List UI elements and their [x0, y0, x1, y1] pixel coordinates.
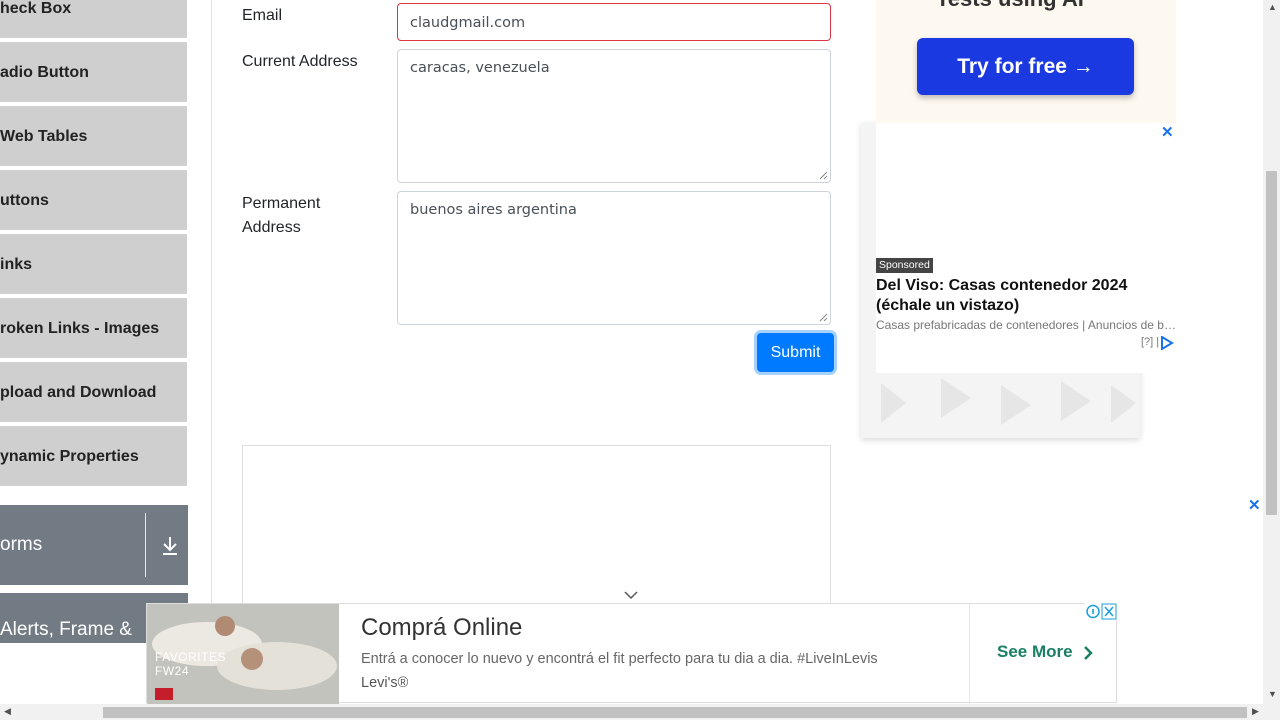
- permanent-address-label: Permanent Address: [242, 192, 320, 240]
- permanent-address-label-line2: Address: [242, 219, 301, 236]
- chevron-right-icon: [1084, 645, 1094, 660]
- email-label: Email: [242, 7, 283, 24]
- ad-cut-headline: Tests using AI: [936, 0, 1084, 12]
- sidebar-item-label: Web Tables: [0, 128, 88, 145]
- scroll-down-arrow-icon[interactable]: ▼: [1268, 689, 1277, 699]
- group-title: orms: [0, 534, 43, 555]
- scroll-left-arrow-icon[interactable]: ◀: [4, 706, 11, 717]
- permanent-address-value: buenos aires argentina: [410, 202, 577, 218]
- banner-brand: Levi's®: [361, 675, 409, 691]
- sidebar-item-web-tables[interactable]: Web Tables: [0, 106, 187, 168]
- sidebar-item-buttons[interactable]: uttons: [0, 170, 187, 232]
- see-more-label: See More: [997, 642, 1073, 661]
- group-divider: [145, 513, 146, 577]
- ad-body: [876, 123, 1176, 373]
- ad-title[interactable]: Del Viso: Casas contenedor 2024 (échale …: [876, 276, 1156, 316]
- output-box: [242, 445, 831, 615]
- adchoices-close-icons[interactable]: [1085, 603, 1117, 620]
- sidebar-item-label: pload and Download: [0, 384, 157, 401]
- sidebar-item-check-box[interactable]: heck Box: [0, 0, 187, 40]
- sidebar-item-upload-download[interactable]: pload and Download: [0, 362, 187, 424]
- banner-divider: [969, 604, 970, 704]
- sidebar: heck Box adio Button Web Tables uttons i…: [0, 0, 188, 643]
- banner-image: FAVORITES FW24: [147, 604, 339, 704]
- scroll-right-arrow-icon[interactable]: ▶: [1252, 706, 1259, 717]
- ad-info-link[interactable]: [?] |: [1141, 336, 1159, 348]
- ad-close-icon[interactable]: ✕: [1161, 123, 1174, 141]
- sidebar-item-label: ynamic Properties: [0, 448, 139, 465]
- bottom-banner-ad[interactable]: FAVORITES FW24 Comprá Online Entrá a con…: [146, 603, 1117, 704]
- resize-handle-icon[interactable]: [819, 171, 828, 180]
- current-address-textarea[interactable]: caracas, venezuela: [397, 49, 831, 183]
- sidebar-item-label: inks: [0, 256, 33, 273]
- ad-subtitle[interactable]: Casas prefabricadas de contenedores | An…: [876, 318, 1176, 332]
- email-field[interactable]: claudgmail.com: [397, 3, 831, 41]
- current-address-value: caracas, venezuela: [410, 60, 550, 76]
- sidebar-item-broken-links[interactable]: roken Links - Images: [0, 298, 187, 360]
- sidebar-item-label: heck Box: [0, 0, 72, 17]
- sidebar-item-dynamic-properties[interactable]: ynamic Properties: [0, 426, 187, 488]
- sidebar-item-links[interactable]: inks: [0, 234, 187, 296]
- current-address-label: Current Address: [242, 53, 358, 70]
- see-more-button[interactable]: See More: [997, 642, 1094, 662]
- adchoices-icon[interactable]: [1160, 336, 1174, 350]
- permanent-address-textarea[interactable]: buenos aires argentina: [397, 191, 831, 325]
- sidebar-item-label: adio Button: [0, 64, 89, 81]
- banner-title: Comprá Online: [361, 614, 523, 641]
- submit-button[interactable]: Submit: [757, 333, 834, 372]
- side-ad-close-icon[interactable]: ✕: [1248, 496, 1261, 514]
- banner-image-text: FAVORITES FW24: [155, 650, 226, 678]
- scroll-up-arrow-icon[interactable]: ▲: [1268, 2, 1277, 12]
- sidebar-item-radio-button[interactable]: adio Button: [0, 42, 187, 104]
- banner-ad-badges[interactable]: [1085, 603, 1117, 620]
- sidebar-item-label: uttons: [0, 192, 49, 209]
- chevron-down-icon[interactable]: [624, 590, 638, 600]
- try-for-free-button[interactable]: Try for free →: [917, 38, 1134, 95]
- group-header-forms[interactable]: orms: [0, 505, 188, 585]
- resize-handle-icon[interactable]: [819, 313, 828, 322]
- content-divider: [211, 0, 212, 642]
- vertical-scrollbar-thumb[interactable]: [1266, 171, 1277, 515]
- sponsored-badge: Sponsored: [876, 258, 933, 273]
- banner-description: Entrá a conocer lo nuevo y encontrá el f…: [361, 651, 878, 667]
- download-icon: [163, 537, 177, 555]
- group-title: Alerts, Frame &: [0, 619, 132, 640]
- permanent-address-label-line1: Permanent: [242, 195, 321, 212]
- horizontal-scrollbar-thumb[interactable]: [103, 707, 1247, 718]
- sidebar-item-label: roken Links - Images: [0, 320, 160, 337]
